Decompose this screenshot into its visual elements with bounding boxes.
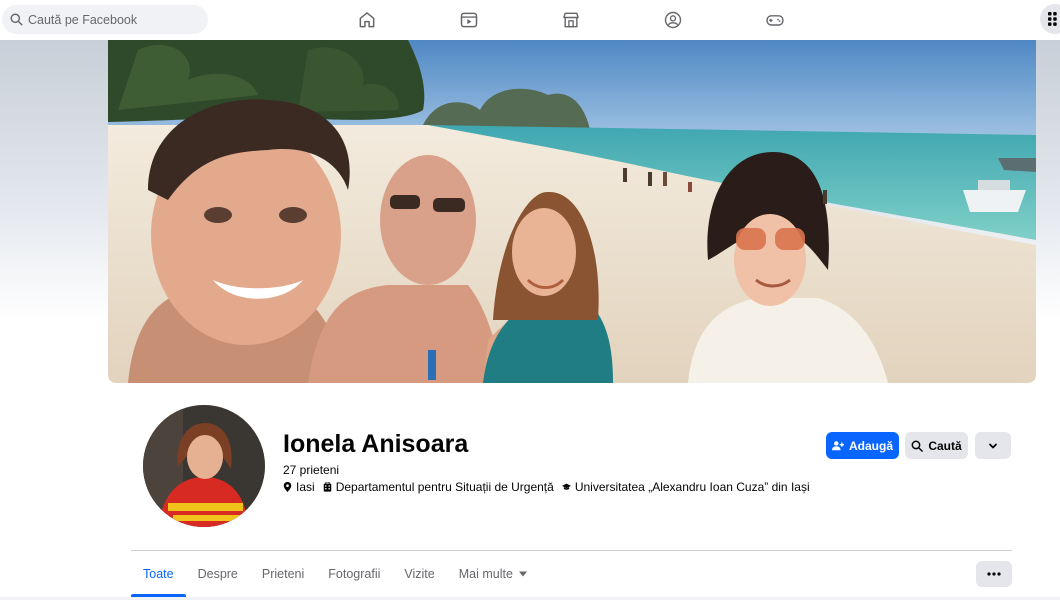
- add-friend-button[interactable]: Adaugă: [826, 432, 899, 459]
- profile-details: Iasi Departamentul pentru Situații de Ur…: [283, 480, 810, 494]
- tab-label: Fotografii: [328, 567, 381, 581]
- graduation-cap-icon: [561, 483, 571, 490]
- top-navigation-bar: Caută pe Facebook: [0, 0, 1060, 40]
- tab-label: Despre: [197, 567, 238, 581]
- tab-checkins[interactable]: Vizite: [392, 551, 446, 597]
- search-icon: [911, 440, 924, 452]
- tab-more[interactable]: Mai multe: [447, 551, 539, 597]
- video-icon[interactable]: [457, 8, 481, 32]
- location-text: Iasi: [296, 480, 315, 494]
- tab-label: Vizite: [404, 567, 435, 581]
- caret-down-icon: [518, 571, 527, 577]
- search-placeholder: Caută pe Facebook: [28, 12, 138, 27]
- friends-count-link[interactable]: 27 prieteni: [283, 463, 339, 477]
- more-options-button[interactable]: [975, 432, 1011, 459]
- add-friend-label: Adaugă: [848, 438, 893, 453]
- tab-about[interactable]: Despre: [186, 551, 250, 597]
- profile-avatar[interactable]: [140, 402, 268, 530]
- tab-label: Prieteni: [261, 567, 305, 581]
- home-icon[interactable]: [355, 8, 379, 32]
- menu-button[interactable]: [1040, 4, 1060, 34]
- tab-label: Toate: [143, 567, 174, 581]
- workplace-icon: [323, 482, 331, 492]
- tabs-overflow-button[interactable]: [976, 561, 1012, 587]
- marketplace-icon[interactable]: [559, 8, 583, 32]
- location-pin-icon: [283, 482, 292, 492]
- search-profile-button[interactable]: Caută: [905, 432, 968, 459]
- tab-photos[interactable]: Fotografii: [316, 551, 392, 597]
- grid-menu-icon: [1048, 12, 1057, 26]
- workplace-detail[interactable]: Departamentul pentru Situații de Urgență: [323, 480, 554, 494]
- search-profile-label: Caută: [928, 438, 962, 453]
- workplace-text: Departamentul pentru Situații de Urgență: [335, 480, 554, 494]
- location-detail: Iasi: [283, 480, 315, 494]
- ellipsis-icon: [987, 572, 1001, 576]
- add-person-icon: [831, 440, 844, 450]
- gaming-icon[interactable]: [763, 8, 787, 32]
- chevron-down-icon: [989, 443, 997, 448]
- tab-friends[interactable]: Prieteni: [250, 551, 316, 597]
- profile-name: Ionela Anisoara: [283, 430, 469, 458]
- tab-label: Mai multe: [458, 567, 513, 581]
- search-box[interactable]: Caută pe Facebook: [2, 5, 208, 34]
- groups-icon[interactable]: [661, 8, 685, 32]
- tab-all[interactable]: Toate: [131, 551, 186, 597]
- cover-photo[interactable]: [108, 40, 1036, 383]
- education-text: Universitatea „Alexandru Ioan Cuza” din …: [574, 480, 810, 494]
- education-detail[interactable]: Universitatea „Alexandru Ioan Cuza” din …: [561, 480, 810, 494]
- search-icon: [10, 13, 23, 26]
- profile-tabs: Toate Despre Prieteni Fotografii Vizite …: [131, 551, 539, 597]
